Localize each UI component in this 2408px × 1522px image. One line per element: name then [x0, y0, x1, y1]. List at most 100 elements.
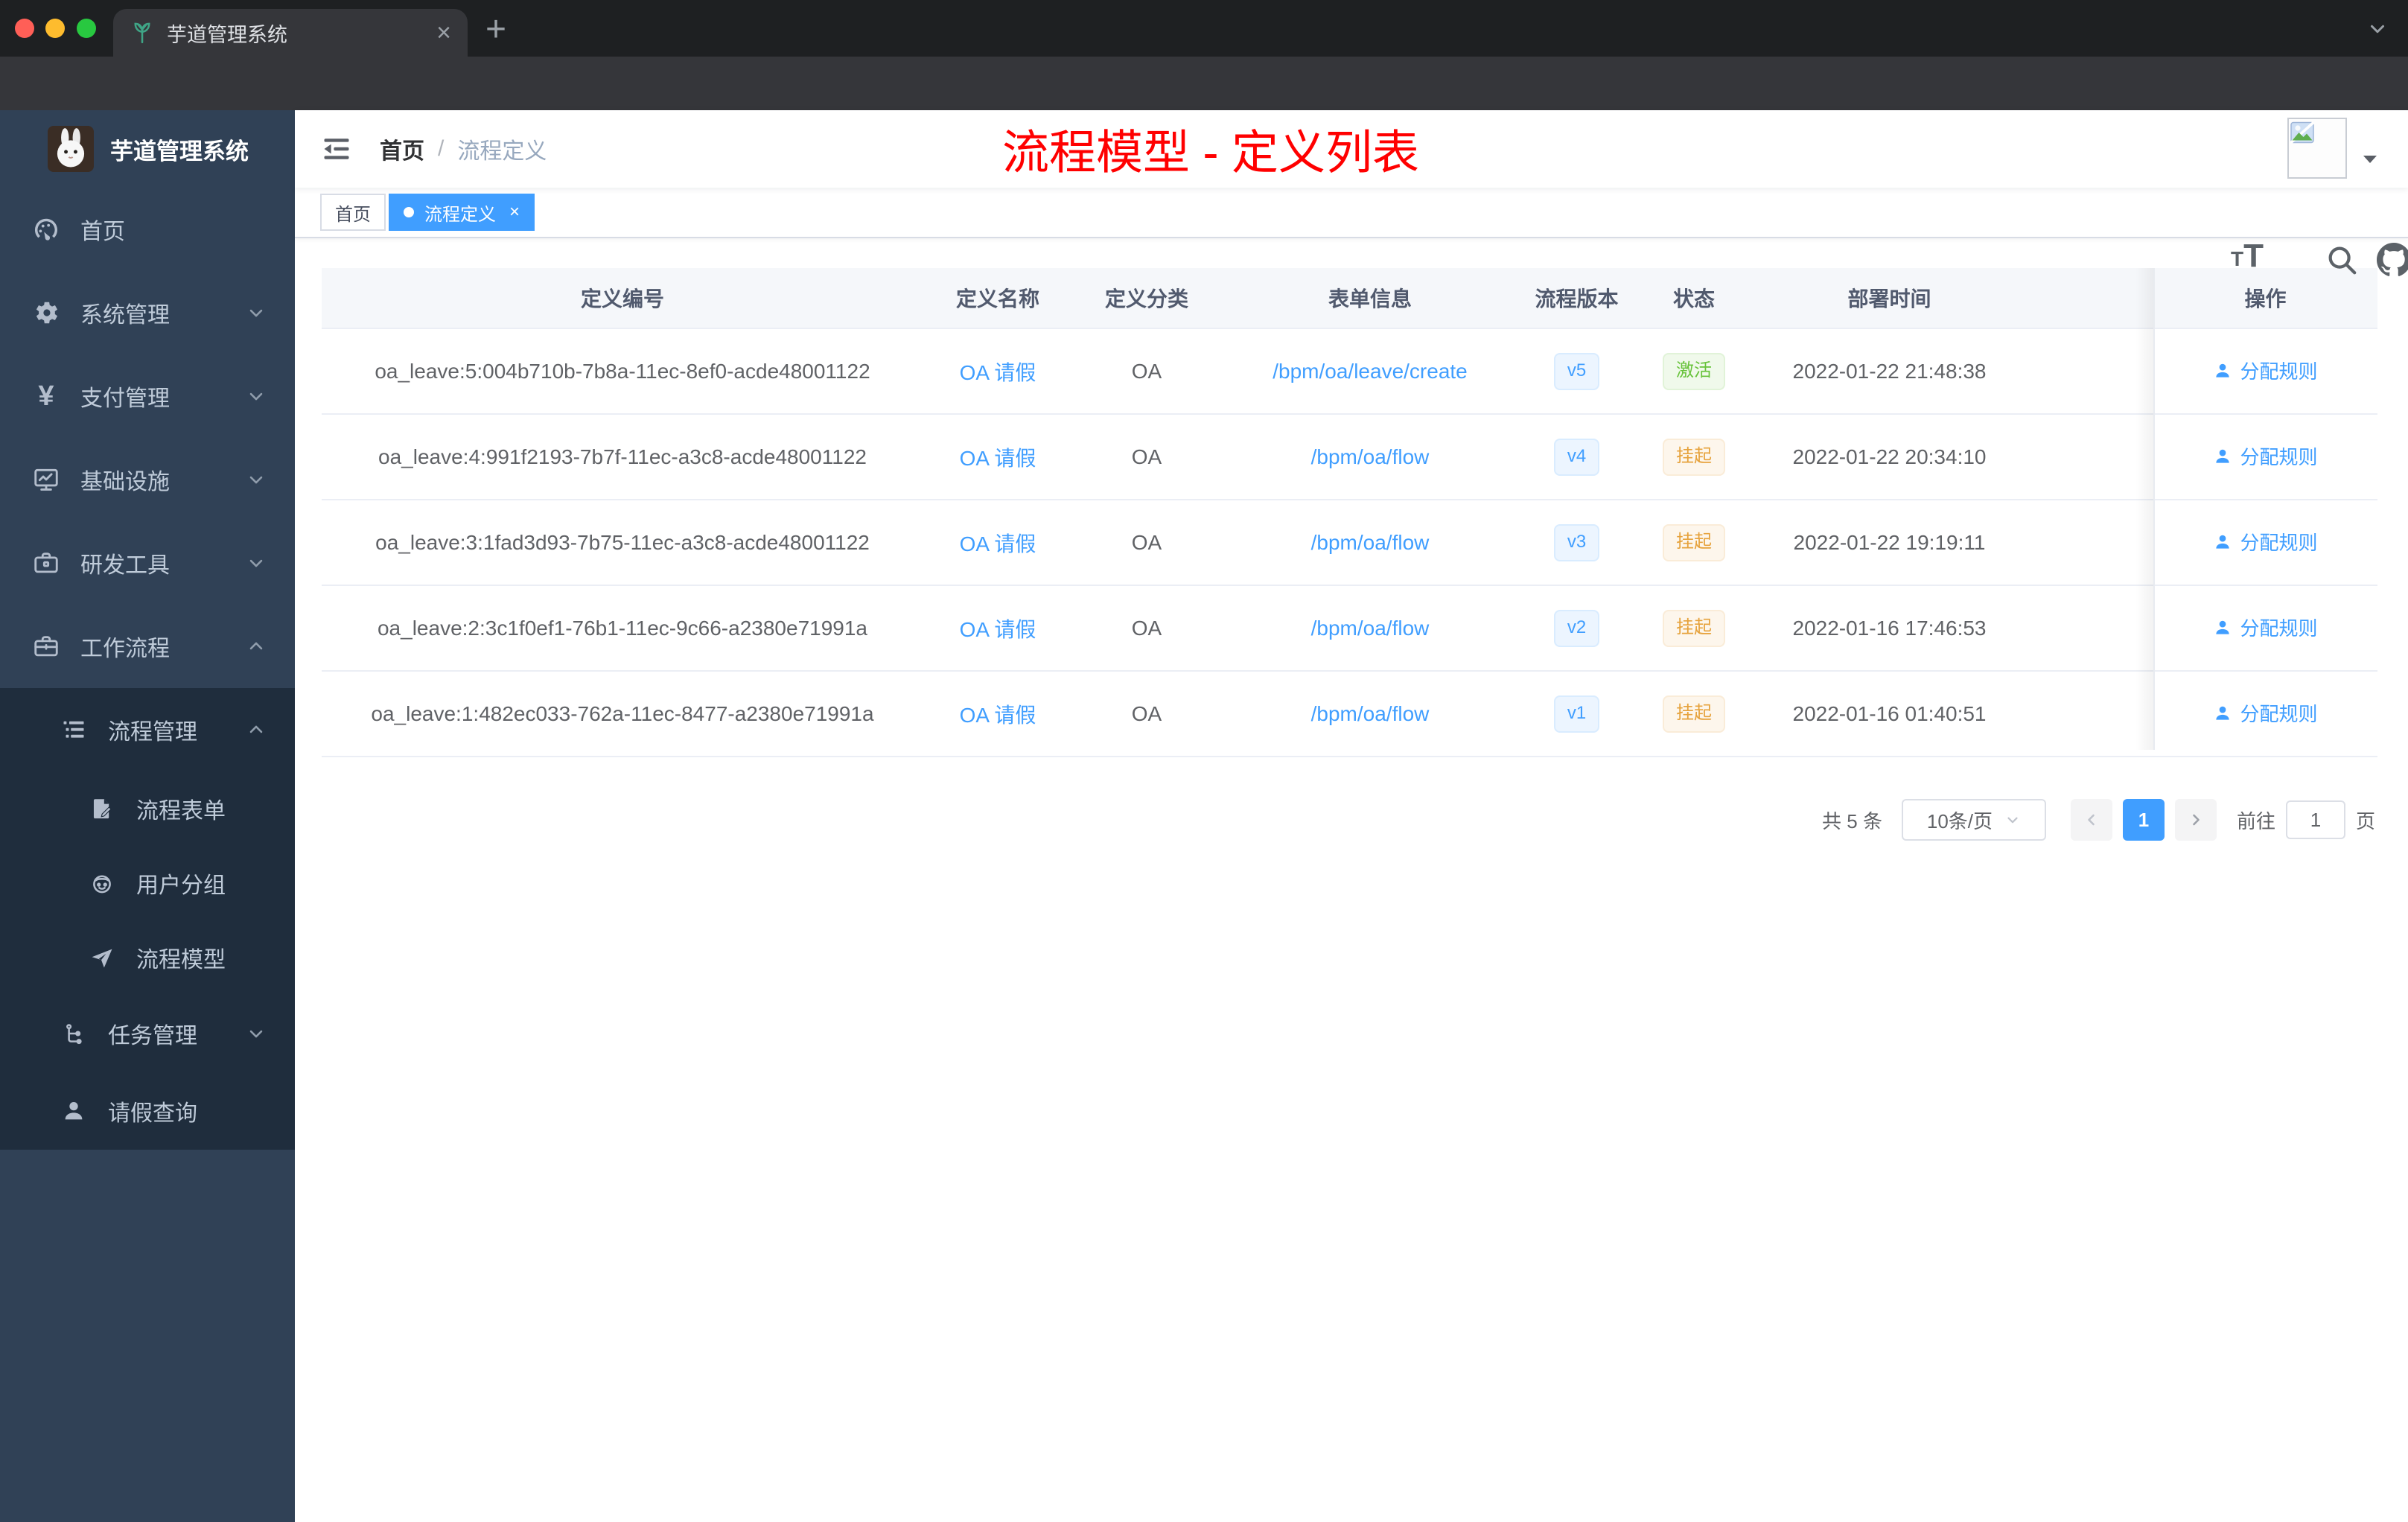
sidebar-item-label: 流程模型: [136, 948, 226, 972]
chevron-down-icon: [246, 386, 267, 407]
sidebar-item-user-group[interactable]: 用户分组: [0, 846, 295, 920]
deploy-time: 2022-01-22 20:34:10: [1792, 445, 1987, 468]
goto-page: 前往 1 页: [2237, 800, 2375, 839]
tag-home[interactable]: 首页: [320, 194, 386, 231]
tab-search-chevron-icon[interactable]: [2366, 18, 2389, 40]
sidebar-logo[interactable]: 芋道管理系统: [0, 110, 295, 188]
form-edit-icon: [86, 796, 118, 821]
sidebar-item-label: 研发工具: [80, 553, 170, 578]
definition-name-link[interactable]: OA 请假: [960, 447, 1036, 470]
tag-label: 流程定义: [424, 204, 496, 225]
status-badge: 挂起: [1663, 609, 1725, 647]
sidebar-item-process-form[interactable]: 流程表单: [0, 771, 295, 846]
column-header: 定义名称: [955, 287, 1039, 311]
prev-page-button[interactable]: [2070, 799, 2112, 841]
form-info-link[interactable]: /bpm/oa/flow: [1311, 531, 1430, 554]
deploy-time: 2022-01-16 01:40:51: [1792, 701, 1987, 725]
definition-name-link[interactable]: OA 请假: [960, 704, 1036, 727]
briefcase-icon: [30, 632, 63, 660]
deploy-time: 2022-01-22 19:19:11: [1793, 530, 1986, 554]
sidebar-item-label: 流程管理: [108, 720, 197, 745]
search-icon[interactable]: [2325, 243, 2359, 277]
form-info-link[interactable]: /bpm/oa/flow: [1311, 702, 1430, 725]
new-tab-button[interactable]: +: [485, 9, 506, 50]
goto-label: 前往: [2236, 809, 2275, 832]
tab-close-icon[interactable]: ×: [436, 20, 451, 45]
sidebar-item-home[interactable]: 首页: [0, 188, 295, 271]
window-minimize-button[interactable]: [45, 19, 65, 38]
site-favicon-icon: [130, 20, 155, 45]
column-header: 流程版本: [1535, 287, 1619, 311]
tag-process-definition[interactable]: 流程定义 ×: [389, 194, 535, 231]
toolbox-icon: [30, 549, 63, 577]
version-badge[interactable]: v2: [1553, 609, 1600, 647]
sidebar-item-infrastructure[interactable]: 基础设施: [0, 438, 295, 521]
sidebar-item-process-management[interactable]: 流程管理: [0, 688, 295, 771]
font-size-icon[interactable]: TT: [2231, 239, 2272, 272]
assign-rule-link[interactable]: 分配规则: [2213, 528, 2318, 555]
definition-name-link[interactable]: OA 请假: [960, 361, 1036, 384]
breadcrumb-separator: /: [438, 136, 445, 161]
next-page-button[interactable]: [2174, 799, 2217, 841]
avatar[interactable]: [2287, 118, 2347, 179]
column-header: 定义编号: [580, 287, 664, 311]
assign-rule-link[interactable]: 分配规则: [2213, 357, 2318, 384]
dashboard-icon: [30, 215, 63, 243]
tab-title: 芋道管理系统: [167, 23, 287, 46]
active-tag-dot: [404, 207, 414, 217]
page-size-select[interactable]: 10条/页: [1901, 799, 2046, 841]
definition-name-link[interactable]: OA 请假: [960, 618, 1036, 641]
version-badge[interactable]: v5: [1553, 352, 1600, 390]
chevron-right-icon: [2193, 814, 2200, 826]
sidebar-item-label: 首页: [80, 220, 125, 244]
sidebar-item-dev-tools[interactable]: 研发工具: [0, 521, 295, 605]
navbar: 首页 / 流程定义 流程模型 - 定义列表 TT: [295, 110, 2408, 276]
tag-close-icon[interactable]: ×: [509, 203, 520, 221]
form-info-link[interactable]: /bpm/oa/leave/create: [1273, 360, 1468, 383]
sidebar-item-leave-query[interactable]: 请假查询: [0, 1072, 295, 1150]
breadcrumb-home[interactable]: 首页: [380, 133, 424, 165]
window-zoom-button[interactable]: [77, 19, 96, 38]
version-badge[interactable]: v4: [1553, 438, 1600, 476]
sidebar-item-workflow[interactable]: 工作流程: [0, 605, 295, 688]
window-close-button[interactable]: [15, 19, 34, 38]
chevron-left-icon: [2088, 814, 2095, 826]
browser-tab-strip: 芋道管理系统 × +: [0, 0, 2408, 57]
assign-rule-link[interactable]: 分配规则: [2213, 699, 2318, 727]
table-row: oa_leave:2:3c1f0ef1-76b1-11ec-9c66-a2380…: [322, 586, 2377, 672]
status-badge: 挂起: [1663, 695, 1725, 733]
sidebar-item-process-model[interactable]: 流程模型: [0, 920, 295, 995]
assign-rule-link[interactable]: 分配规则: [2213, 442, 2318, 470]
workflow-submenu: 流程管理 流程表单 用户分组 流程模型 任务管理 请假查询: [0, 688, 295, 1150]
tags-view-bar: 首页 流程定义 ×: [295, 188, 2408, 238]
chevron-down-icon: [246, 1023, 267, 1044]
github-icon[interactable]: [2377, 243, 2408, 277]
assign-rule-link[interactable]: 分配规则: [2213, 614, 2318, 641]
browser-tab[interactable]: 芋道管理系统 ×: [113, 9, 468, 57]
current-page-button[interactable]: 1: [2122, 799, 2165, 841]
app-title: 芋道管理系统: [110, 138, 249, 165]
status-badge: 挂起: [1663, 523, 1725, 561]
sidebar-item-system[interactable]: 系统管理: [0, 271, 295, 354]
definition-category: OA: [1131, 616, 1162, 640]
browser-toolbar: 不安全 dashboard.yudao.iocoder.cn/bpm/manag…: [0, 57, 2408, 164]
goto-page-input[interactable]: 1: [2285, 800, 2345, 839]
version-badge[interactable]: v3: [1553, 523, 1600, 561]
main-content: 定义编号 定义名称 定义分类 表单信息 流程版本 状态 部署时间 操作 oa_l…: [295, 237, 2408, 1522]
definition-name-link[interactable]: OA 请假: [960, 532, 1036, 555]
hamburger-icon[interactable]: [320, 133, 353, 165]
status-badge: 挂起: [1663, 438, 1725, 476]
tag-label: 首页: [335, 204, 371, 225]
sidebar-item-task-management[interactable]: 任务管理: [0, 995, 295, 1072]
broken-image-icon: [2290, 121, 2315, 144]
sidebar-item-payment[interactable]: ¥ 支付管理: [0, 354, 295, 438]
form-info-link[interactable]: /bpm/oa/flow: [1311, 445, 1430, 468]
version-badge[interactable]: v1: [1553, 695, 1600, 733]
chevron-up-icon: [246, 636, 267, 657]
avatar-caret-icon[interactable]: [2362, 153, 2378, 165]
definition-category: OA: [1131, 701, 1162, 725]
form-info-link[interactable]: /bpm/oa/flow: [1311, 617, 1430, 640]
user-icon: [2216, 535, 2230, 549]
page-unit-label: 页: [2355, 809, 2375, 832]
user-icon: [2216, 620, 2230, 634]
